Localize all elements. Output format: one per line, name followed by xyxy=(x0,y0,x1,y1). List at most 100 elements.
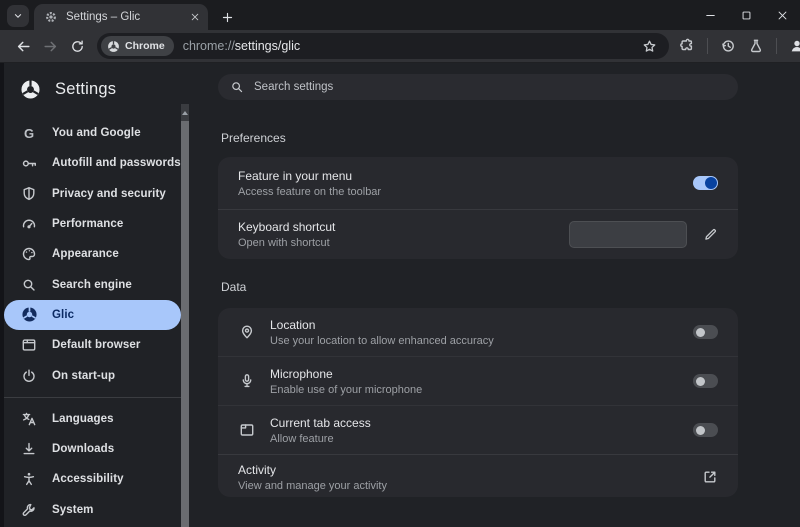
sidebar-item-search-engine[interactable]: Search engine xyxy=(4,269,181,299)
sidebar-item-on-startup[interactable]: On start-up xyxy=(4,360,181,390)
row-title: Feature in your menu xyxy=(238,168,353,183)
sidebar-item-label: Search engine xyxy=(52,278,132,291)
sidebar-item-you-and-google[interactable]: G You and Google xyxy=(4,118,181,148)
search-placeholder: Search settings xyxy=(254,81,334,93)
sidebar-item-languages[interactable]: Languages xyxy=(4,404,181,434)
sidebar-item-downloads[interactable]: Downloads xyxy=(4,434,181,464)
search-settings-field[interactable]: Search settings xyxy=(218,74,738,100)
sidebar-item-appearance[interactable]: Appearance xyxy=(4,239,181,269)
chevron-down-icon xyxy=(14,14,22,18)
row-feature-in-menu: Feature in your menu Access feature on t… xyxy=(218,157,738,209)
browser-window: Settings – Glic Chrome chrome://settings… xyxy=(0,0,800,527)
sidebar-nav: G You and Google Autofill and passwords … xyxy=(4,118,181,525)
preferences-card: Feature in your menu Access feature on t… xyxy=(218,157,738,259)
toolbar-separator xyxy=(707,38,708,54)
row-activity[interactable]: Activity View and manage your activity xyxy=(218,455,738,497)
reload-icon xyxy=(72,40,83,52)
extensions-puzzle-icon[interactable] xyxy=(679,38,695,54)
minimize-button[interactable] xyxy=(692,0,728,30)
translate-icon xyxy=(20,410,38,428)
toggle-knob xyxy=(696,327,705,337)
toggle-knob xyxy=(696,376,705,386)
row-title: Current tab access xyxy=(270,415,371,430)
location-pin-icon xyxy=(238,323,256,341)
active-tab[interactable]: Settings – Glic xyxy=(34,4,208,30)
sidebar-item-label: Privacy and security xyxy=(52,187,166,200)
data-card: Location Use your location to allow enha… xyxy=(218,308,738,497)
sidebar-item-label: Accessibility xyxy=(52,473,124,486)
wrench-icon xyxy=(20,501,38,519)
chrome-logo xyxy=(21,80,40,99)
scrollbar-thumb[interactable] xyxy=(181,121,189,527)
location-toggle[interactable] xyxy=(693,325,718,339)
current-tab-access-toggle[interactable] xyxy=(693,423,718,437)
accessibility-person-icon xyxy=(20,470,38,488)
row-subtitle: Access feature on the toolbar xyxy=(238,185,382,198)
sidebar-item-accessibility[interactable]: Accessibility xyxy=(4,464,181,494)
close-button[interactable] xyxy=(764,0,800,30)
labs-flask-icon[interactable] xyxy=(748,38,764,54)
row-subtitle: Use your location to allow enhanced accu… xyxy=(270,334,494,347)
shield-icon xyxy=(20,185,38,203)
toggle-knob xyxy=(705,177,717,189)
sidebar-divider xyxy=(4,396,181,398)
close-icon xyxy=(778,11,786,19)
sidebar-item-performance[interactable]: Performance xyxy=(4,209,181,239)
settings-sidebar: Settings G You and Google Autofill and p… xyxy=(4,63,181,527)
address-bar[interactable]: Chrome chrome://settings/glic xyxy=(97,33,669,59)
edit-shortcut-button[interactable] xyxy=(703,227,718,242)
keyboard-shortcut-input[interactable] xyxy=(569,221,687,248)
row-subtitle: View and manage your activity xyxy=(238,479,387,492)
sidebar-item-label: Performance xyxy=(52,218,124,231)
browser-toolbar: Chrome chrome://settings/glic xyxy=(0,30,800,63)
settings-gear-favicon-icon xyxy=(46,12,56,22)
maximize-button[interactable] xyxy=(728,0,764,30)
new-tab-button[interactable] xyxy=(214,4,240,30)
row-subtitle: Allow feature xyxy=(270,432,334,445)
back-button[interactable] xyxy=(10,33,37,60)
sidebar-header: Settings xyxy=(4,63,181,110)
chrome-page-chip[interactable]: Chrome xyxy=(101,36,174,56)
section-heading-data: Data xyxy=(221,280,247,294)
sidebar-item-default-browser[interactable]: Default browser xyxy=(4,330,181,360)
profile-avatar-icon[interactable] xyxy=(789,38,800,54)
sidebar-item-label: On start-up xyxy=(52,369,116,382)
sidebar-item-autofill[interactable]: Autofill and passwords xyxy=(4,148,181,178)
sidebar-item-label: Glic xyxy=(52,308,75,321)
reload-button[interactable] xyxy=(64,33,91,60)
sidebar-item-glic[interactable]: Glic xyxy=(4,299,181,331)
row-title: Microphone xyxy=(270,366,333,381)
url-text: chrome://settings/glic xyxy=(183,39,300,53)
history-clock-icon[interactable] xyxy=(720,38,736,54)
sidebar-item-label: Downloads xyxy=(52,443,115,456)
feature-in-menu-toggle[interactable] xyxy=(693,176,718,190)
plus-icon xyxy=(222,12,232,22)
external-link-icon[interactable] xyxy=(702,469,718,485)
download-icon xyxy=(20,440,38,458)
tab-strip: Settings – Glic xyxy=(0,0,800,30)
settings-page: Settings G You and Google Autofill and p… xyxy=(0,63,800,527)
sidebar-item-label: Autofill and passwords xyxy=(52,157,181,170)
toolbar-separator xyxy=(776,38,777,54)
google-g-icon: G xyxy=(23,125,35,141)
microphone-toggle[interactable] xyxy=(693,374,718,388)
tab-close-icon[interactable] xyxy=(190,12,200,22)
bookmark-button[interactable] xyxy=(642,39,657,54)
sidebar-item-system[interactable]: System xyxy=(4,495,181,525)
sidebar-scrollbar[interactable] xyxy=(181,63,189,527)
row-title: Keyboard shortcut xyxy=(238,220,336,234)
sidebar-item-label: You and Google xyxy=(52,127,141,140)
sidebar-item-label: Appearance xyxy=(52,248,119,261)
row-current-tab-access: Current tab access Allow feature xyxy=(218,406,738,454)
sidebar-item-privacy[interactable]: Privacy and security xyxy=(4,179,181,209)
pencil-icon xyxy=(705,228,717,240)
row-location: Location Use your location to allow enha… xyxy=(218,308,738,356)
bookmark-star-icon xyxy=(643,40,656,52)
maximize-icon xyxy=(742,11,750,19)
scrollbar-up-arrow[interactable] xyxy=(181,104,189,121)
glic-logo-icon xyxy=(20,306,38,324)
tab-search-button[interactable] xyxy=(7,5,29,27)
toggle-knob xyxy=(696,425,705,435)
forward-button[interactable] xyxy=(37,33,64,60)
toolbar-right-icons xyxy=(679,38,800,54)
